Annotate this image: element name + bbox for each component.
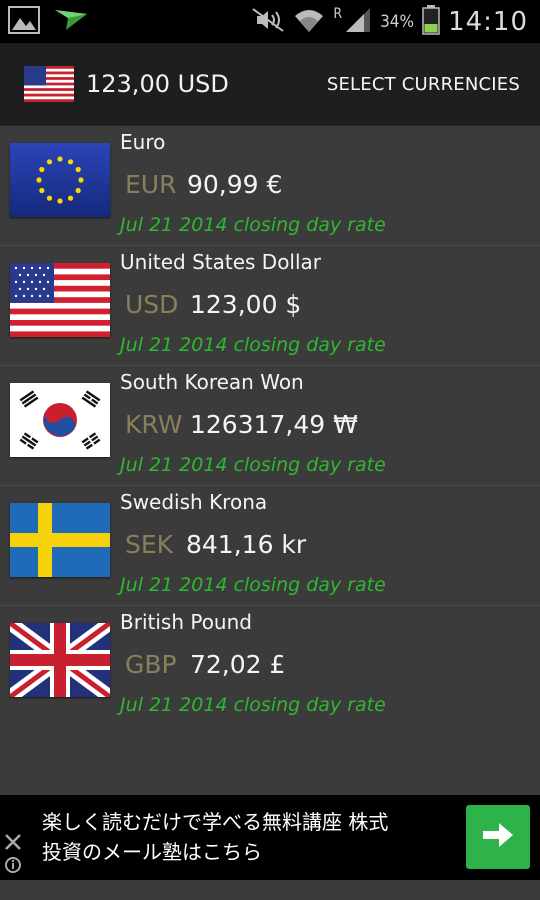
ad-close-icon[interactable] <box>2 829 24 879</box>
currency-value: 90,99 € <box>187 170 283 199</box>
currency-code: SEK <box>125 530 174 559</box>
rate-date: Jul 21 2014 closing day rate <box>120 574 386 596</box>
currency-name: United States Dollar <box>120 250 322 274</box>
rate-date: Jul 21 2014 closing day rate <box>120 454 386 476</box>
currency-name: South Korean Won <box>120 370 304 394</box>
currency-code: KRW <box>125 410 183 439</box>
currency-code: EUR <box>125 170 177 199</box>
mute-icon <box>251 7 285 37</box>
status-bar: R 34% 14:10 <box>0 0 540 43</box>
rate-date: Jul 21 2014 closing day rate <box>120 334 386 356</box>
currency-name: Euro <box>120 130 166 154</box>
currency-value: 123,00 $ <box>190 290 302 319</box>
battery-percent: 34% <box>380 11 415 32</box>
arrow-right-icon <box>481 820 515 854</box>
se-flag-icon <box>10 503 110 577</box>
battery-icon <box>422 4 440 39</box>
wifi-icon <box>293 6 325 38</box>
currency-list: Euro EUR 90,99 € Jul 21 2014 closing day… <box>0 126 540 726</box>
gallery-icon <box>8 5 40 38</box>
ad-banner[interactable]: 楽しく読むだけで学べる無料講座 株式 投資のメール塾はこちら <box>0 795 540 880</box>
app-header: 123,00 USD SELECT CURRENCIES <box>0 43 540 126</box>
ad-text[interactable]: 楽しく読むだけで学べる無料講座 株式 投資のメール塾はこちら <box>42 807 462 867</box>
currency-value: 841,16 kr <box>186 530 307 559</box>
currency-value: 126317,49 ₩ <box>190 410 358 439</box>
list-item[interactable]: British Pound GBP 72,02 £ Jul 21 2014 cl… <box>0 606 540 726</box>
kr-flag-icon <box>10 383 110 457</box>
us-flag-icon <box>10 263 110 337</box>
base-amount[interactable]: 123,00 USD <box>86 70 229 98</box>
list-item[interactable]: South Korean Won KRW 126317,49 ₩ Jul 21 … <box>0 366 540 486</box>
list-item[interactable]: Euro EUR 90,99 € Jul 21 2014 closing day… <box>0 126 540 246</box>
bottom-spacer <box>0 880 540 900</box>
roaming-indicator: R <box>333 5 343 22</box>
list-item[interactable]: Swedish Krona SEK 841,16 kr Jul 21 2014 … <box>0 486 540 606</box>
currency-name: British Pound <box>120 610 252 634</box>
eu-flag-icon <box>10 143 110 217</box>
select-currencies-button[interactable]: SELECT CURRENCIES <box>327 74 520 95</box>
uk-flag-icon <box>5 617 115 703</box>
send-icon <box>54 8 88 36</box>
us-flag-icon[interactable] <box>24 66 74 103</box>
currency-name: Swedish Krona <box>120 490 268 514</box>
ad-line-1: 楽しく読むだけで学べる無料講座 株式 <box>42 810 389 834</box>
rate-date: Jul 21 2014 closing day rate <box>120 214 386 236</box>
currency-value: 72,02 £ <box>190 650 286 679</box>
clock: 14:10 <box>448 6 528 37</box>
ad-open-button[interactable] <box>466 805 530 869</box>
currency-code: USD <box>125 290 179 319</box>
ad-line-2: 投資のメール塾はこちら <box>42 840 262 864</box>
rate-date: Jul 21 2014 closing day rate <box>120 694 386 716</box>
currency-code: GBP <box>125 650 177 679</box>
signal-icon <box>344 6 372 38</box>
list-item[interactable]: United States Dollar USD 123,00 $ Jul 21… <box>0 246 540 366</box>
